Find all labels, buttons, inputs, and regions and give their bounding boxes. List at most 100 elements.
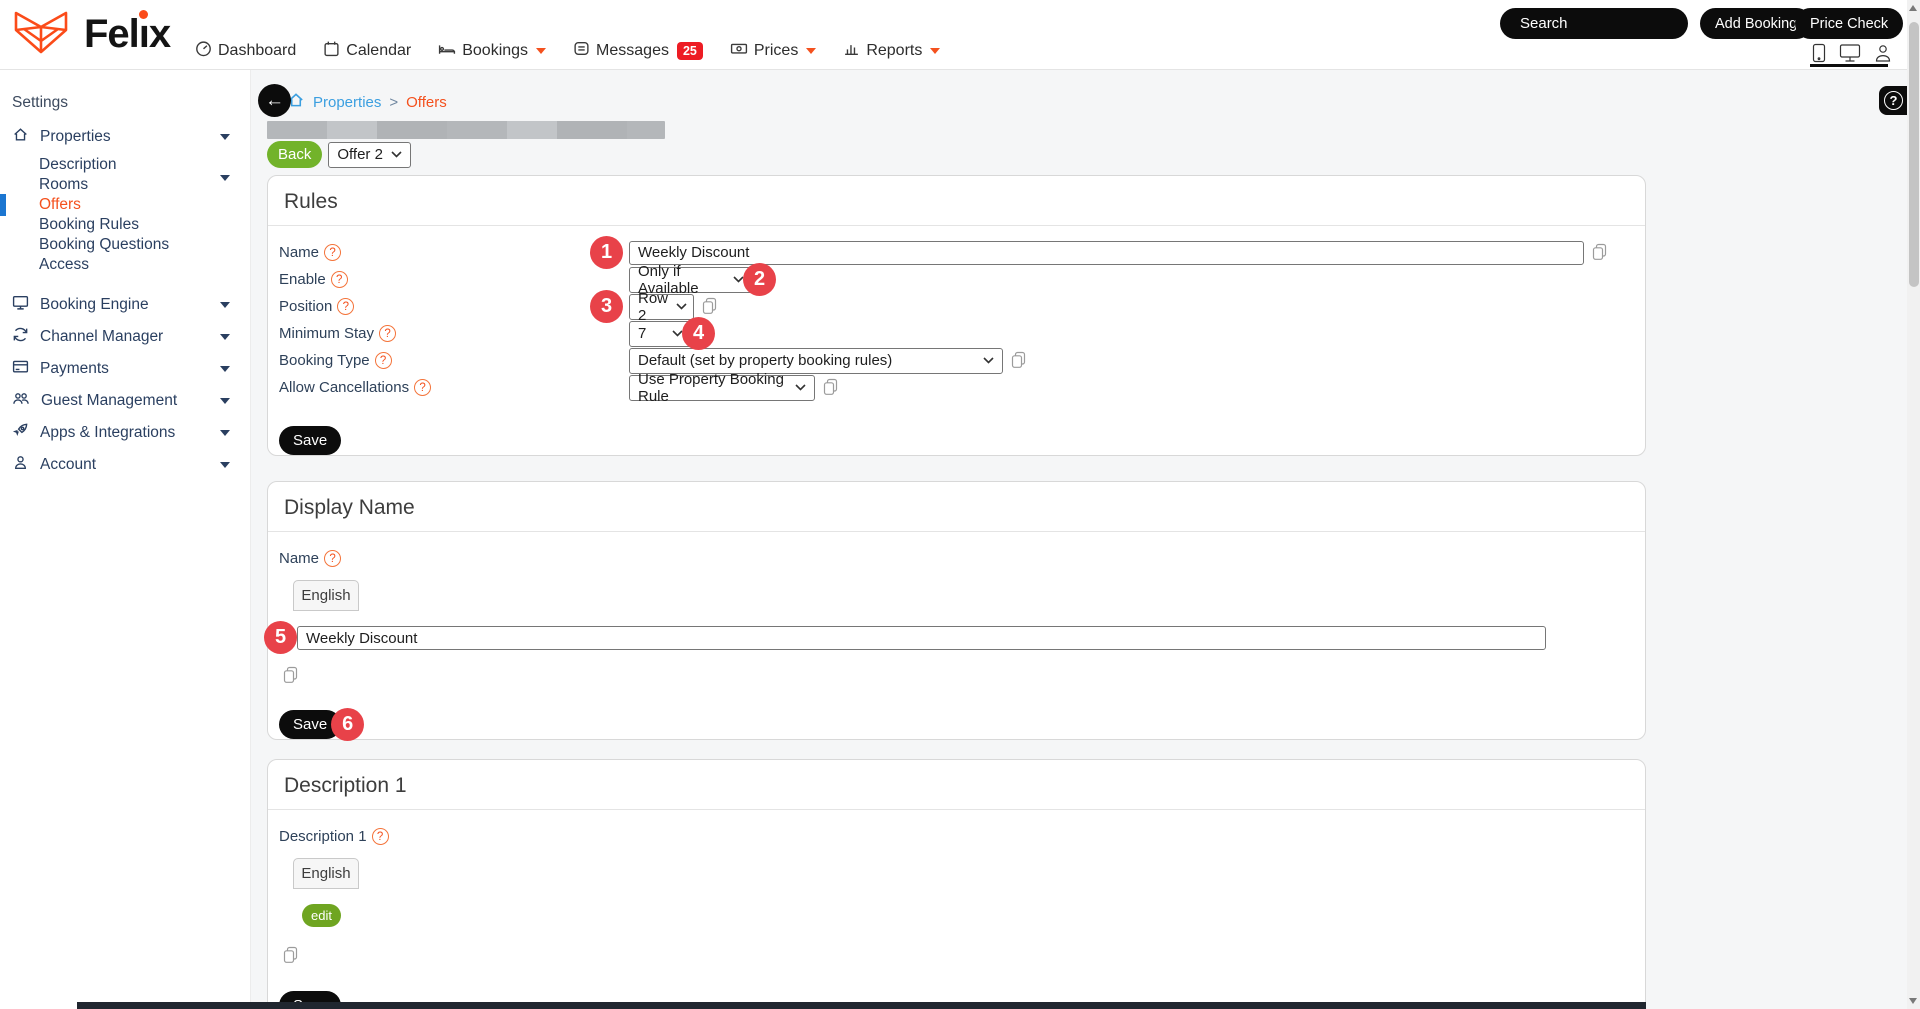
sidebar-item-apps-integrations[interactable]: Apps & Integrations — [12, 422, 236, 444]
bed-icon — [438, 40, 456, 62]
bottom-edge-bar — [77, 1002, 1646, 1009]
chevron-down-icon — [220, 462, 230, 468]
felix-logo[interactable]: Felıx — [12, 6, 171, 61]
description-panel: Description 1 Description 1? English edi… — [267, 759, 1646, 1009]
sidebar-item-account[interactable]: Account — [12, 454, 236, 476]
nav-dashboard[interactable]: Dashboard — [195, 40, 296, 62]
copy-icon[interactable] — [282, 666, 299, 685]
annotation-badge-5: 5 — [264, 621, 297, 654]
scroll-down-arrow-icon[interactable] — [1909, 998, 1917, 1004]
back-button[interactable]: Back — [267, 141, 323, 168]
breadcrumb-offers[interactable]: Offers — [406, 94, 447, 111]
help-icon[interactable]: ? — [414, 379, 432, 396]
rules-min-stay-row: Minimum Stay? 7 4 — [279, 317, 1629, 350]
display-name-input[interactable] — [297, 626, 1546, 650]
breadcrumb-separator: > — [389, 93, 399, 111]
tab-english[interactable]: English — [293, 580, 359, 611]
nav-messages[interactable]: Messages 25 — [573, 40, 703, 62]
nav-prices[interactable]: Prices — [730, 40, 817, 62]
scrollbar-thumb[interactable] — [1908, 22, 1919, 287]
chevron-down-icon — [983, 357, 994, 364]
display-name-panel-title: Display Name — [268, 482, 1645, 532]
offer-select[interactable]: Offer 2 — [328, 141, 412, 168]
sidebar-title: Settings — [12, 94, 69, 111]
offer-toolbar: Back Offer 2 — [267, 141, 412, 168]
back-arrow-button[interactable]: ← — [258, 84, 291, 117]
rules-name-input[interactable] — [629, 240, 1584, 265]
help-icon[interactable]: ? — [371, 828, 389, 845]
rules-panel-title: Rules — [268, 176, 1645, 226]
sidebar-item-payments[interactable]: Payments — [12, 358, 236, 380]
rules-booking-type-row: Booking Type? Default (set by property b… — [279, 347, 1629, 374]
nav-bookings[interactable]: Bookings — [438, 40, 547, 62]
credit-card-icon — [12, 358, 29, 380]
help-icon: ? — [1884, 91, 1903, 110]
dashboard-icon — [195, 40, 212, 62]
sidebar-item-access[interactable]: Access — [12, 255, 236, 275]
nav-calendar[interactable]: Calendar — [323, 40, 411, 62]
chevron-down-icon — [806, 48, 817, 54]
devices-underline — [1810, 64, 1888, 67]
copy-icon[interactable] — [1010, 351, 1027, 370]
redacted-property-name — [267, 121, 665, 139]
search-input[interactable] — [1500, 8, 1688, 39]
position-select[interactable]: Row 2 — [629, 290, 694, 324]
help-icon[interactable]: ? — [379, 325, 397, 342]
annotation-badge-1: 1 — [590, 236, 623, 269]
save-button[interactable]: Save — [279, 426, 342, 455]
chevron-down-icon — [930, 48, 941, 54]
calendar-icon — [323, 40, 340, 62]
copy-icon[interactable] — [701, 297, 718, 316]
breadcrumb-properties[interactable]: Properties — [313, 94, 381, 111]
copy-icon[interactable] — [822, 378, 839, 397]
sidebar-item-booking-rules[interactable]: Booking Rules — [12, 215, 236, 235]
properties-submenu: Description Rooms Offers Booking Rules B… — [0, 155, 236, 275]
sidebar-item-properties[interactable]: Properties — [12, 126, 236, 148]
help-icon[interactable]: ? — [330, 271, 348, 288]
chevron-down-icon — [220, 302, 230, 308]
brand-name: Felıx — [84, 9, 171, 56]
messages-icon — [573, 40, 590, 62]
sidebar-item-booking-engine[interactable]: Booking Engine — [12, 294, 236, 316]
rules-cancellations-row: Allow Cancellations? Use Property Bookin… — [279, 371, 1629, 405]
description-panel-title: Description 1 — [268, 760, 1645, 810]
copy-icon[interactable] — [282, 946, 299, 965]
help-icon[interactable]: ? — [324, 550, 342, 567]
nav-reports[interactable]: Reports — [843, 40, 941, 62]
rocket-icon — [12, 422, 29, 444]
sidebar-item-rooms[interactable]: Rooms — [12, 175, 236, 195]
sidebar-item-description[interactable]: Description — [12, 155, 236, 175]
brand-i-dot — [139, 9, 149, 19]
chevron-down-icon — [536, 48, 547, 54]
chevron-down-icon — [391, 151, 402, 158]
annotation-badge-3: 3 — [590, 290, 623, 323]
main-content: ← Properties > Offers Back Offer 2 Rules… — [251, 70, 1920, 1009]
sidebar-item-guest-management[interactable]: Guest Management — [12, 390, 236, 412]
edit-button[interactable]: edit — [302, 904, 341, 927]
price-check-button[interactable]: Price Check — [1795, 8, 1904, 39]
person-icon — [12, 454, 29, 476]
scroll-up-arrow-icon[interactable] — [1909, 5, 1917, 11]
top-header: Felıx Dashboard Calendar Bookings Messag… — [0, 0, 1920, 70]
prices-icon — [730, 40, 748, 62]
sync-icon — [12, 326, 29, 348]
chevron-down-icon — [220, 175, 230, 181]
sidebar-item-offers[interactable]: Offers — [0, 194, 236, 216]
help-icon[interactable]: ? — [374, 352, 392, 369]
sidebar-sections: Booking Engine Channel Manager Payments … — [12, 294, 236, 476]
help-icon[interactable]: ? — [324, 244, 342, 261]
chevron-down-icon — [220, 334, 230, 340]
sidebar-item-channel-manager[interactable]: Channel Manager — [12, 326, 236, 348]
chevron-down-icon — [220, 134, 230, 140]
messages-count-badge: 25 — [676, 42, 703, 60]
reports-icon — [843, 40, 860, 62]
tab-english[interactable]: English — [293, 858, 359, 889]
allow-cancellations-select[interactable]: Use Property Booking Rule — [629, 371, 815, 405]
page-scrollbar[interactable] — [1907, 0, 1920, 1009]
help-icon[interactable]: ? — [337, 298, 355, 315]
sidebar-item-booking-questions[interactable]: Booking Questions — [12, 235, 236, 255]
annotation-badge-2: 2 — [743, 263, 776, 296]
chevron-down-icon — [795, 384, 806, 391]
copy-icon[interactable] — [1591, 243, 1608, 262]
help-button[interactable]: ? — [1879, 86, 1908, 115]
